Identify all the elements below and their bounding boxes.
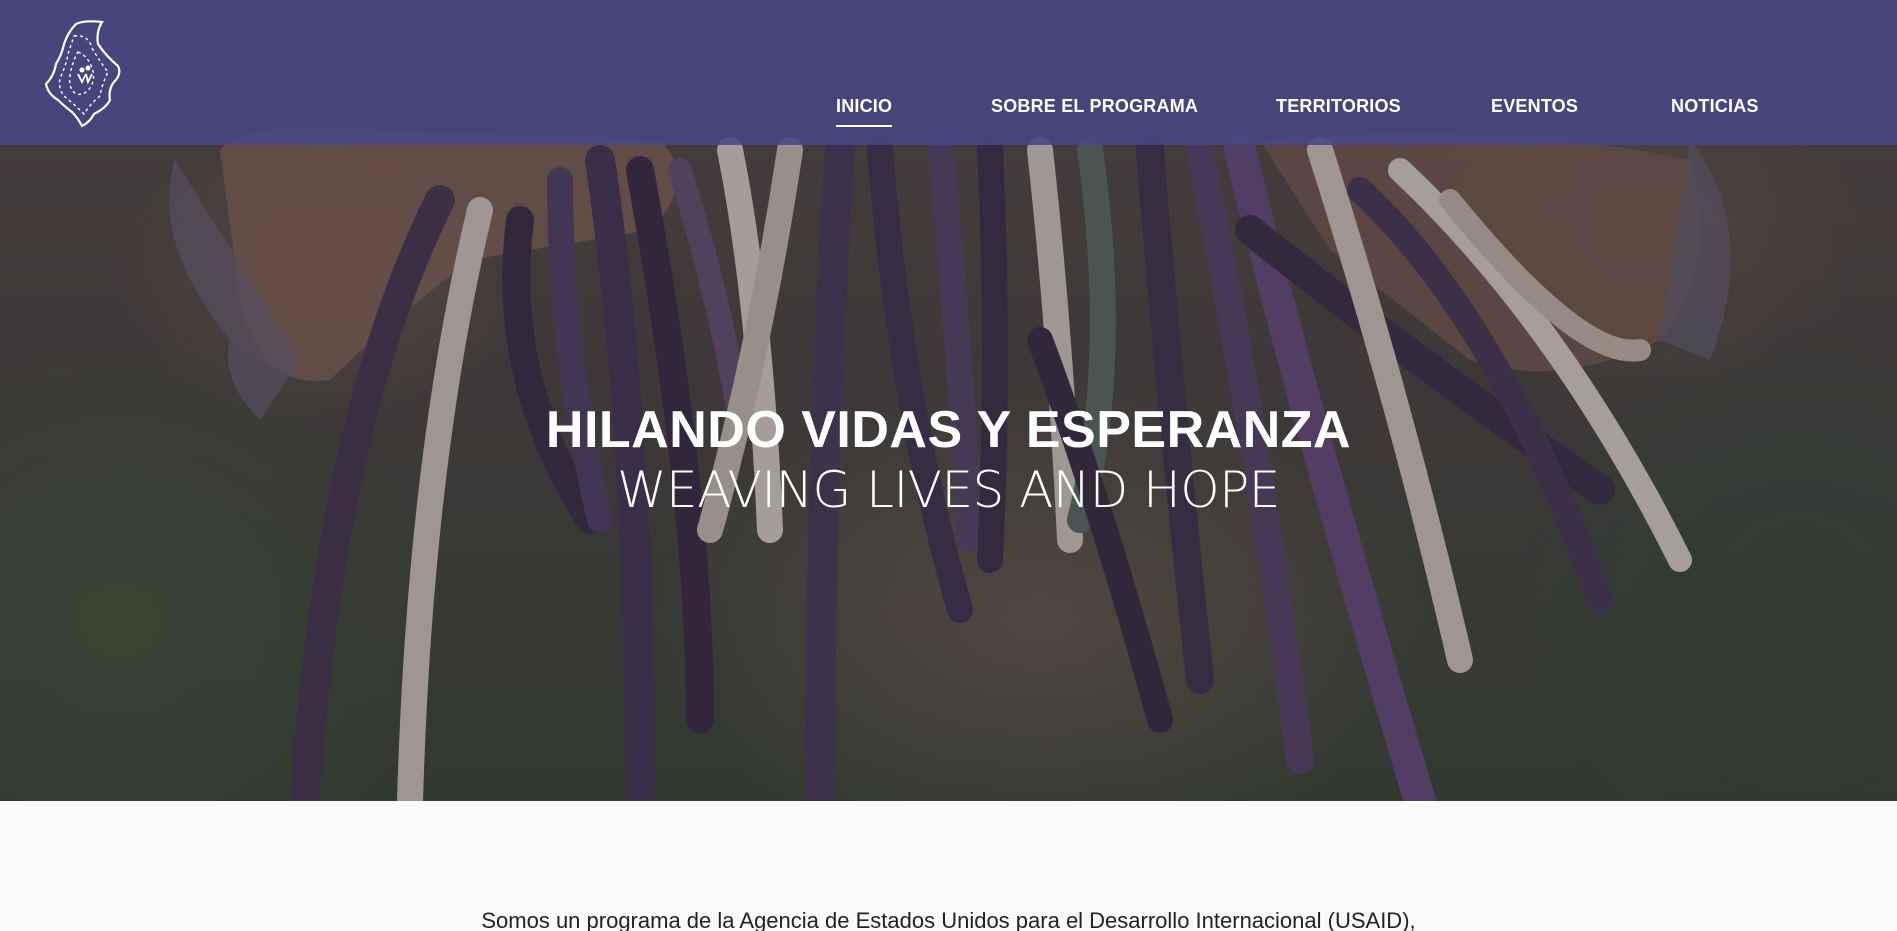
nav-item-eventos[interactable]: EVENTOS: [1491, 96, 1578, 117]
hero-text: HILANDO VIDAS Y ESPERANZA WEAVING LIVES …: [0, 398, 1897, 518]
hero-title: HILANDO VIDAS Y ESPERANZA: [545, 401, 1352, 459]
nav-item-territorios[interactable]: TERRITORIOS: [1276, 96, 1401, 117]
main-nav: INICIO SOBRE EL PROGRAMA TERRITORIOS EVE…: [0, 96, 1897, 127]
intro-text: Somos un programa de la Agencia de Estad…: [481, 908, 1416, 931]
intro-section: Somos un programa de la Agencia de Estad…: [0, 801, 1897, 931]
site-header: INICIO SOBRE EL PROGRAMA TERRITORIOS EVE…: [0, 0, 1897, 145]
nav-item-inicio[interactable]: INICIO: [836, 96, 893, 127]
hero-subtitle: WEAVING LIVES AND HOPE: [617, 461, 1280, 519]
nav-item-noticias[interactable]: NOTICIAS: [1671, 96, 1759, 117]
nav-item-sobre-el-programa[interactable]: SOBRE EL PROGRAMA: [991, 96, 1198, 117]
